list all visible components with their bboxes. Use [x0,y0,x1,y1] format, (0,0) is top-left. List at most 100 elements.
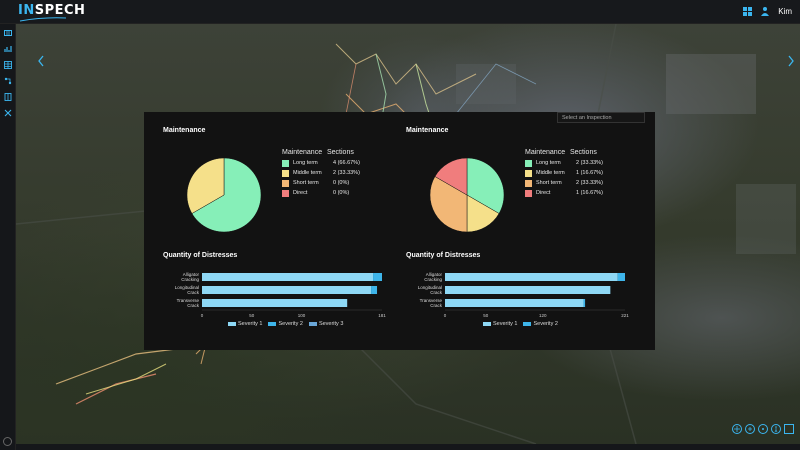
person-icon [774,426,778,432]
apps-grid-icon[interactable] [743,6,753,16]
user-icon[interactable] [760,6,770,16]
bar-segment-severity-1[interactable] [202,299,348,307]
legend-swatch [282,169,289,177]
bar-category-label: Crack [187,290,200,295]
top-bar: INSPECH Kim [0,0,800,24]
legend-label: Severity 2 [278,321,303,327]
legend-row-long-term: Long term 2 (33.33%) [525,158,603,168]
app-root: INSPECH Kim Select an Inspection Mainten… [0,0,800,450]
legend-label: Middle term [536,170,565,176]
legend-swatch [228,322,236,326]
legend-header-sections: Sections [570,149,597,156]
bar-segment-severity-2[interactable] [617,273,625,281]
sidebar-item-table[interactable] [0,58,16,72]
legend-swatch [282,179,289,187]
legend-row-middle-term: Middle term 1 (16.67%) [525,168,603,178]
sidebar-item-network[interactable] [0,74,16,88]
network-icon [4,77,12,85]
maintenance-title: Maintenance [163,127,206,134]
map-controls [732,424,794,434]
legend-item-severity-3[interactable]: Severity 3 [308,321,344,327]
map-icon [4,30,12,36]
bar-segment-severity-1[interactable] [445,273,618,281]
bar-category-label: Cracking [424,277,442,282]
table-icon [4,61,12,69]
bar-segment-severity-1[interactable] [445,286,611,294]
inspection-column-left: Maintenance Maintenance Sections Long te… [144,112,399,350]
bar-segment-severity-1[interactable] [445,299,584,307]
sidebar-item-map[interactable] [0,26,16,40]
x-tick-label: 50 [483,313,489,318]
bar-segment-severity-2[interactable] [371,286,378,294]
distress-title: Quantity of Distresses [163,252,238,259]
legend-row-middle-term: Middle term 2 (33.33%) [282,168,360,178]
maintenance-legend: Maintenance Sections Long term 2 (33.33%… [525,149,603,198]
legend-item-severity-2[interactable]: Severity 2 [523,321,558,327]
legend-header-maintenance: Maintenance [525,149,566,156]
x-tick-label: 221 [621,313,629,318]
bar-category-label: Crack [430,290,443,295]
left-sidebar [0,24,16,450]
x-tick-label: 100 [298,313,306,318]
fullscreen-button[interactable] [784,424,794,434]
maintenance-title: Maintenance [406,127,449,134]
legend-label: Direct [536,190,551,196]
legend-swatch [268,322,277,326]
legend-label: Severity 2 [533,321,558,327]
legend-value: 0 (0%) [333,190,350,196]
legend-header-sections: Sections [327,149,354,156]
legend-value: 1 (16.67%) [576,170,603,176]
legend-label: Long term [293,160,318,166]
bar-segment-severity-1[interactable] [202,286,372,294]
crosshair-icon [734,426,740,432]
compass-button[interactable] [758,424,768,434]
compass-icon [762,428,764,430]
legend-row-long-term: Long term 4 (66.67%) [282,158,360,168]
legend-item-severity-1[interactable]: Severity 1 [483,321,517,327]
legend-value: 2 (33.33%) [576,180,603,186]
legend-label: Severity 1 [493,321,518,327]
zoom-button[interactable] [745,424,755,434]
legend-label: Middle term [293,170,322,176]
legend-label: Direct [293,190,308,196]
sidebar-item-statistics[interactable] [0,42,16,56]
legend-label: Severity 3 [318,321,344,327]
bar-category-label: Cracking [181,277,199,282]
bar-category-label: Crack [187,303,200,308]
legend-label: Severity 1 [238,321,263,327]
tools-icon [4,109,12,117]
pedestrian-button[interactable] [771,424,781,434]
legend-row-direct: Direct 0 (0%) [282,188,360,198]
legend-swatch [525,179,532,187]
bar-segment-severity-2[interactable] [583,299,586,307]
locate-button[interactable] [732,424,742,434]
user-name[interactable]: Kim [778,7,792,16]
legend-item-severity-1[interactable]: Severity 1 [228,321,262,327]
x-tick-label: 181 [378,313,386,318]
legend-item-severity-2[interactable]: Severity 2 [268,321,303,327]
collapse-left-icon[interactable] [36,54,46,68]
book-icon [4,93,12,101]
legend-label: Short term [293,180,319,186]
legend-value: 0 (0%) [333,180,350,186]
sidebar-item-tools[interactable] [0,106,16,120]
maintenance-pie-chart [429,157,505,233]
legend-swatch [282,159,289,167]
collapse-right-icon[interactable] [786,54,796,68]
legend-label: Long term [536,160,561,166]
distress-title: Quantity of Distresses [406,252,481,259]
sidebar-item-reports[interactable] [0,90,16,104]
legend-value: 1 (16.67%) [576,190,603,196]
bar-segment-severity-2[interactable] [373,273,382,281]
legend-swatch [308,322,317,326]
legend-swatch [525,189,532,197]
info-icon[interactable] [3,437,12,446]
legend-swatch [282,189,289,197]
legend-row-short-term: Short term 2 (33.33%) [525,178,603,188]
legend-row-short-term: Short term 0 (0%) [282,178,360,188]
bar-segment-severity-1[interactable] [202,273,374,281]
legend-label: Short term [536,180,562,186]
maintenance-legend: Maintenance Sections Long term 4 (66.67%… [282,149,360,198]
distress-bar-chart: AlligatorCrackingLongitudinalCrackTransv… [175,272,387,318]
plus-icon [748,427,752,431]
